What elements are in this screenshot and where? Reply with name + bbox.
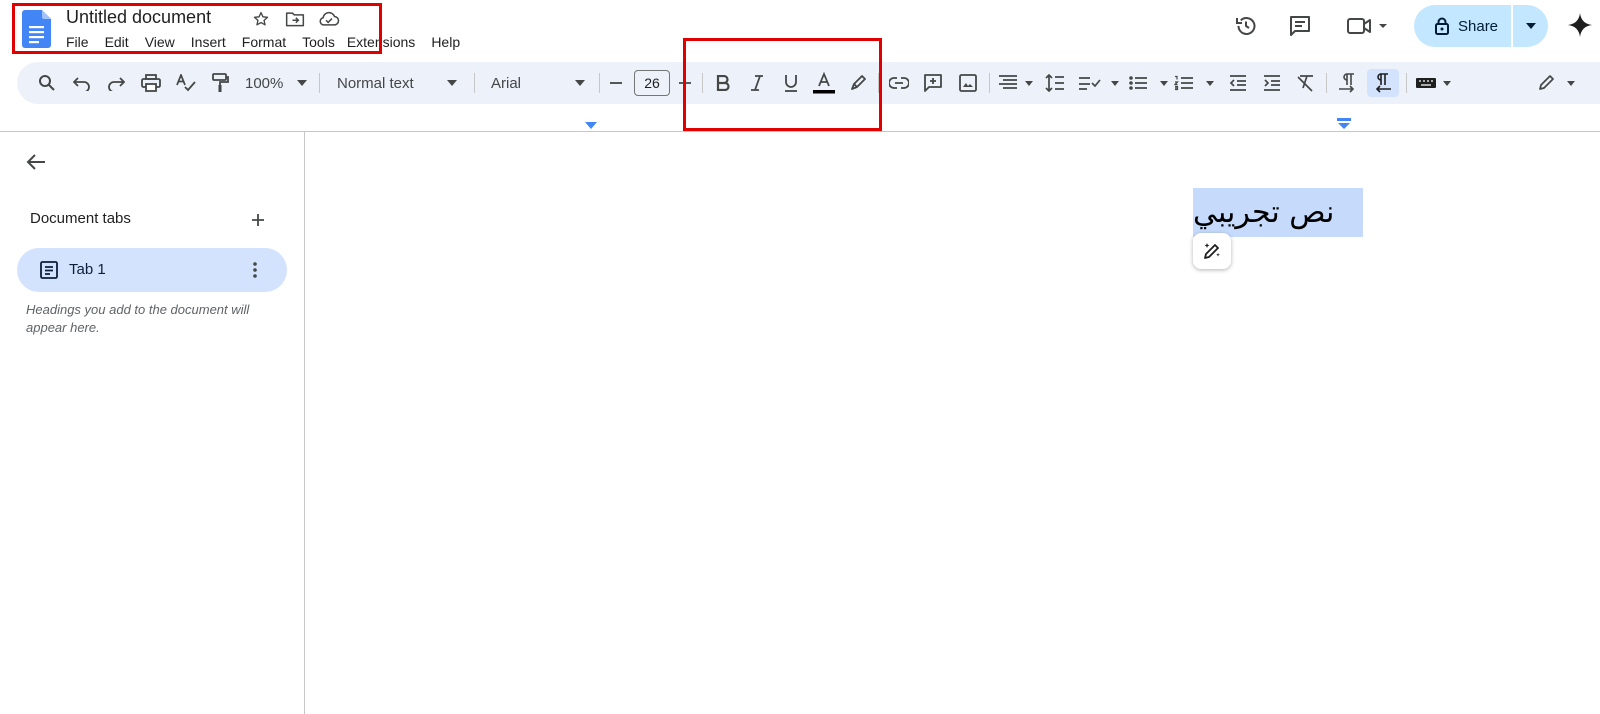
menu-help[interactable]: Help [423,32,468,52]
input-tools-select[interactable] [1413,69,1457,97]
document-tabs-heading: Document tabs [30,210,131,227]
tab-label: Tab 1 [69,261,106,278]
sidebar-divider [304,132,305,714]
checklist-select[interactable] [1075,69,1125,97]
line-spacing-icon[interactable] [1041,69,1069,97]
annotation-box-title-menu [12,3,382,54]
document-body-text[interactable]: نص تجريبي [1193,188,1348,237]
caret-down-icon [447,80,457,86]
increase-indent-icon[interactable] [1258,69,1286,97]
numbered-list-select[interactable] [1173,69,1221,97]
spellcheck-icon[interactable] [172,69,200,97]
style-select[interactable]: Normal text [331,69,463,97]
comment-icon[interactable] [1286,12,1314,40]
insert-link-icon[interactable] [885,69,913,97]
sidebar-tab-1[interactable]: Tab 1 [17,248,287,292]
redo-icon[interactable] [102,69,130,97]
lock-icon [1435,17,1449,35]
more-options-icon[interactable] [243,258,267,282]
insert-image-icon[interactable] [954,69,982,97]
decrease-indent-icon[interactable] [1224,69,1252,97]
back-arrow-icon[interactable] [24,150,48,174]
share-button[interactable]: Share [1414,5,1511,47]
undo-icon[interactable] [68,69,96,97]
toolbar-divider [1326,73,1327,93]
add-comment-icon[interactable] [919,69,947,97]
clear-formatting-icon[interactable] [1292,69,1320,97]
share-label: Share [1458,17,1499,35]
editing-mode-select[interactable] [1535,69,1581,97]
font-select[interactable]: Arial [485,69,591,97]
gemini-icon[interactable] [1567,12,1593,38]
paint-format-icon[interactable] [206,69,234,97]
font-size-input[interactable]: 26 [634,70,670,96]
toolbar-divider [319,73,320,93]
toolbar-divider [474,73,475,93]
share-dropdown-button[interactable] [1513,5,1548,47]
headings-hint: Headings you add to the document will ap… [26,302,250,335]
caret-down-icon [575,80,585,86]
zoom-select[interactable]: 100% [241,69,311,97]
decrease-font-size-icon[interactable] [604,69,628,97]
toolbar-divider [989,73,990,93]
caret-down-icon [1525,23,1536,29]
right-to-left-icon[interactable] [1367,69,1399,97]
left-to-right-icon[interactable] [1333,69,1361,97]
caret-down-icon [297,80,307,86]
add-tab-icon[interactable] [246,208,270,232]
style-value: Normal text [337,74,414,92]
zoom-value: 100% [245,74,284,92]
toolbar-divider [1406,73,1407,93]
magic-pen-icon [1204,243,1220,259]
left-indent-marker[interactable] [585,122,597,130]
toolbar-divider [599,73,600,93]
ruler-divider [0,131,1600,132]
history-icon[interactable] [1232,12,1260,40]
align-select[interactable] [995,69,1039,97]
help-me-write-button[interactable] [1193,233,1231,269]
document-icon [40,261,58,279]
print-icon[interactable] [137,69,165,97]
meet-icon[interactable] [1344,12,1392,40]
search-menus-icon[interactable] [33,69,61,97]
bulleted-list-select[interactable] [1127,69,1175,97]
annotation-box-formatting [683,38,882,131]
font-value: Arial [491,74,522,92]
right-indent-marker[interactable] [1337,118,1351,130]
